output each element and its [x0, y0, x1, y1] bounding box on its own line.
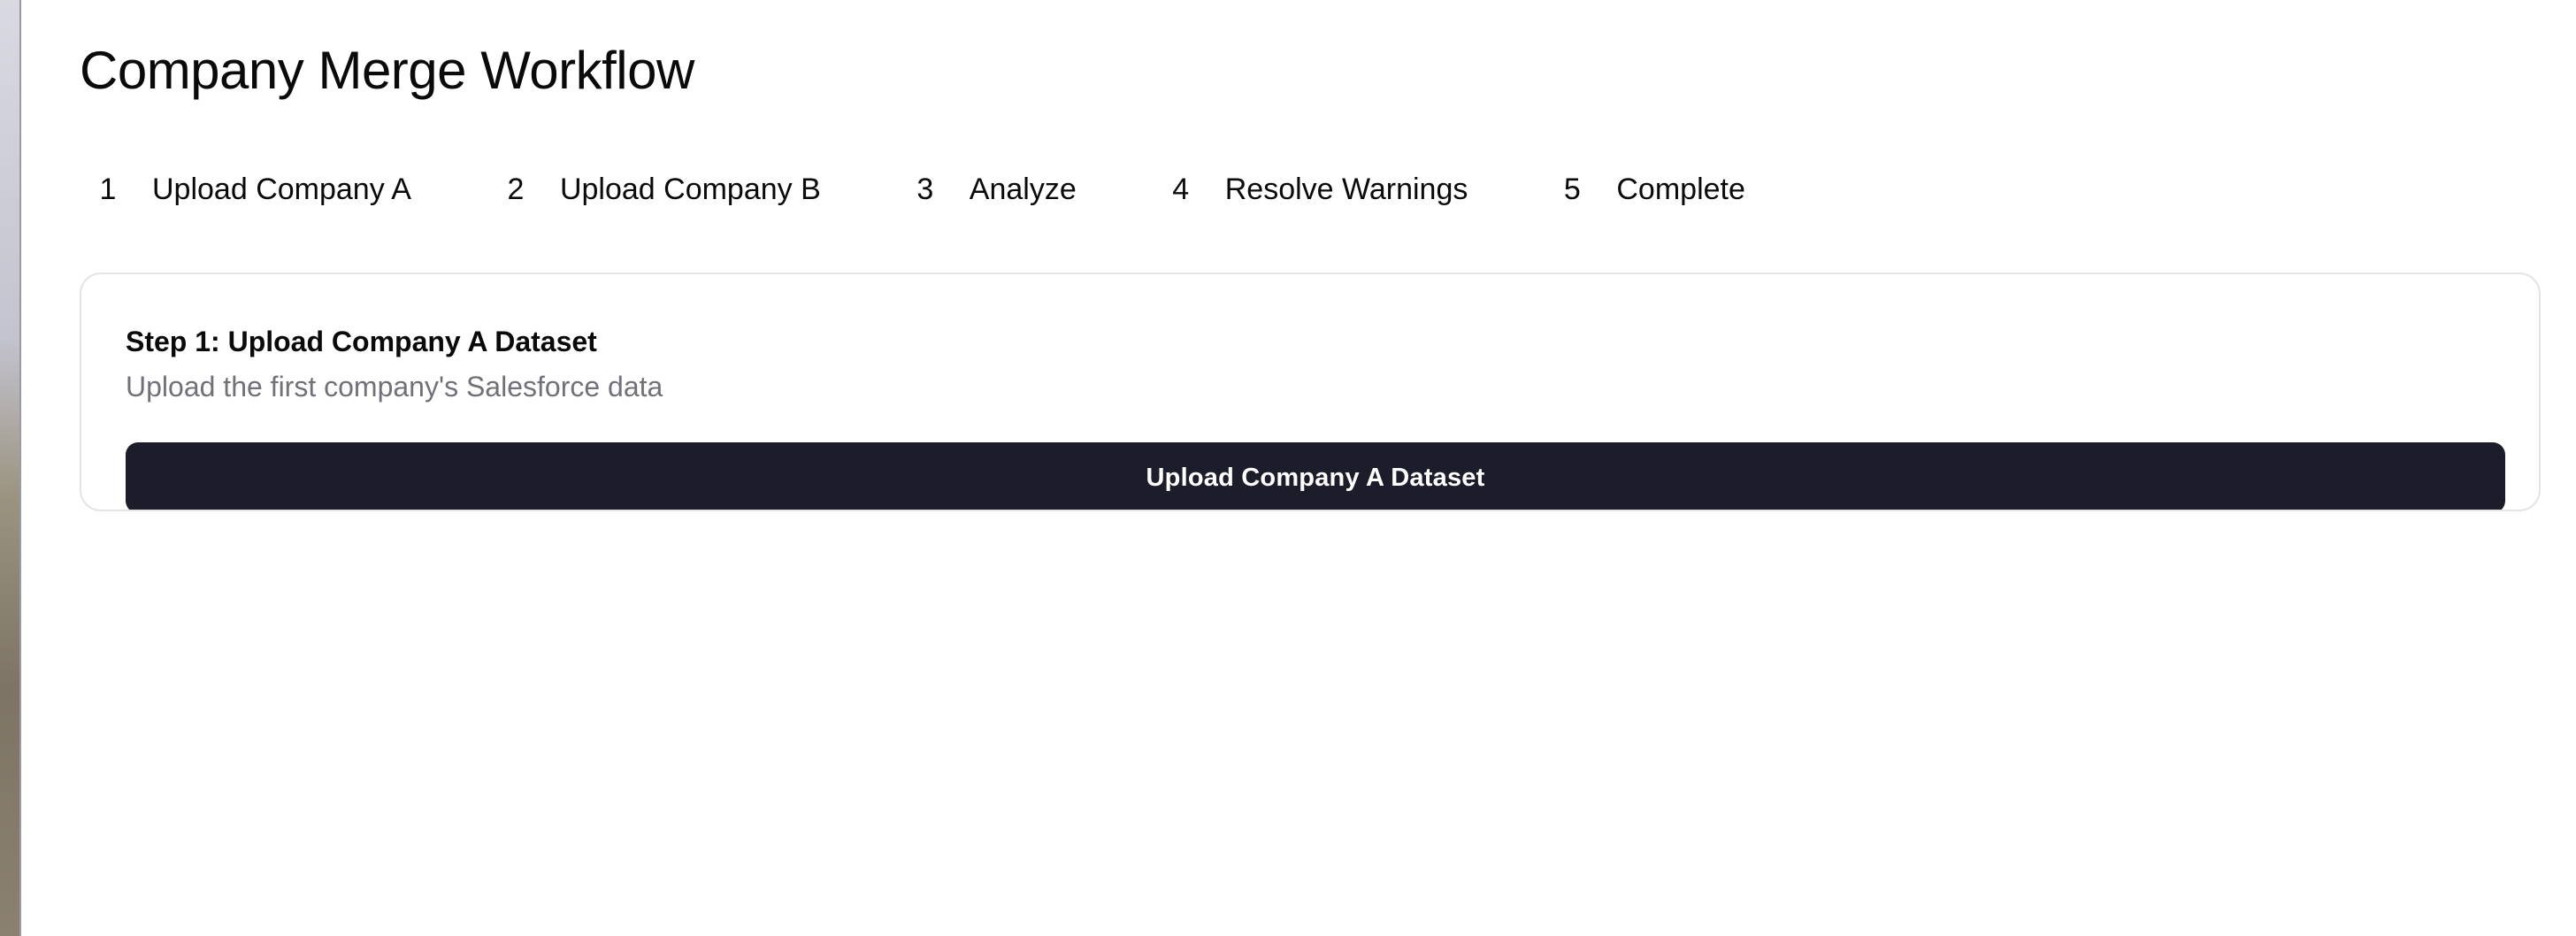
card-title: Step 1: Upload Company A Dataset — [126, 326, 597, 357]
step-upload-company-b[interactable]: 2 Upload Company B — [487, 165, 821, 214]
workflow-steps: 1 Upload Company A 2 Upload Company B 3 … — [80, 165, 1745, 214]
step-number: 3 — [916, 173, 934, 206]
step-number: 5 — [1563, 173, 1581, 206]
step-number: 1 — [99, 173, 117, 206]
app-window: Company Merge Workflow 1 Upload Company … — [21, 0, 2576, 936]
step-label: Upload Company B — [559, 173, 821, 206]
upload-company-a-button[interactable]: Upload Company A Dataset — [126, 442, 2505, 510]
step-label: Upload Company A — [152, 173, 411, 206]
step-upload-company-a[interactable]: 1 Upload Company A — [80, 165, 411, 214]
step-number: 2 — [507, 173, 525, 206]
step-label: Resolve Warnings — [1224, 173, 1468, 206]
step-label: Analyze — [969, 173, 1077, 206]
step-label: Complete — [1616, 173, 1745, 206]
desktop-background-edge — [0, 0, 21, 936]
step-analyze[interactable]: 3 Analyze — [897, 165, 1077, 214]
card-description: Upload the first company's Salesforce da… — [126, 371, 663, 403]
step-number: 4 — [1172, 173, 1190, 206]
step-complete[interactable]: 5 Complete — [1544, 165, 1745, 214]
page-title: Company Merge Workflow — [80, 41, 694, 100]
upload-step-card: Step 1: Upload Company A Dataset Upload … — [80, 272, 2541, 511]
step-resolve-warnings[interactable]: 4 Resolve Warnings — [1153, 165, 1468, 214]
